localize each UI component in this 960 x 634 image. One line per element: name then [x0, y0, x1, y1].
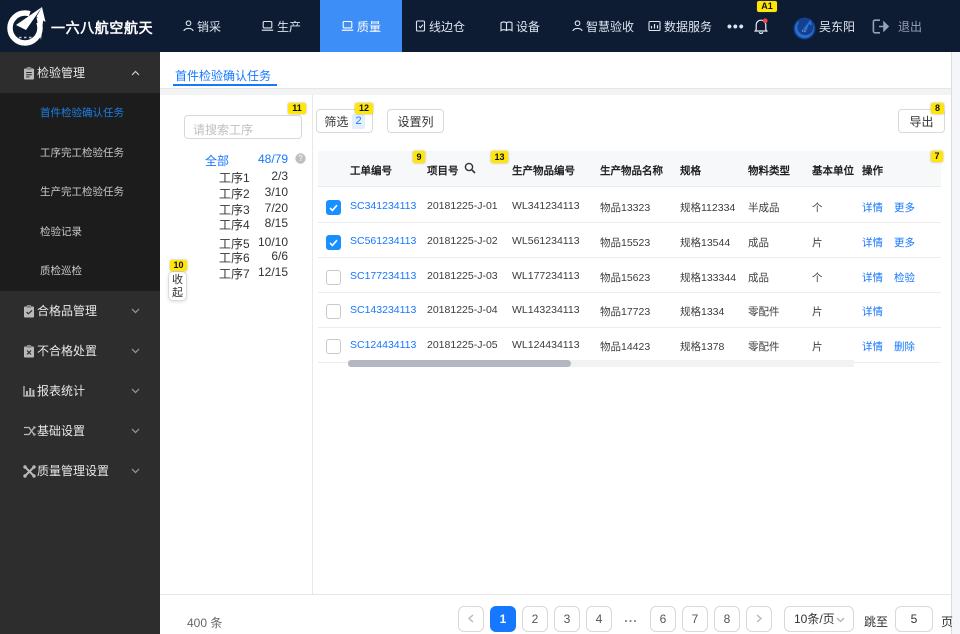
svg-text:?: ?: [298, 154, 303, 163]
